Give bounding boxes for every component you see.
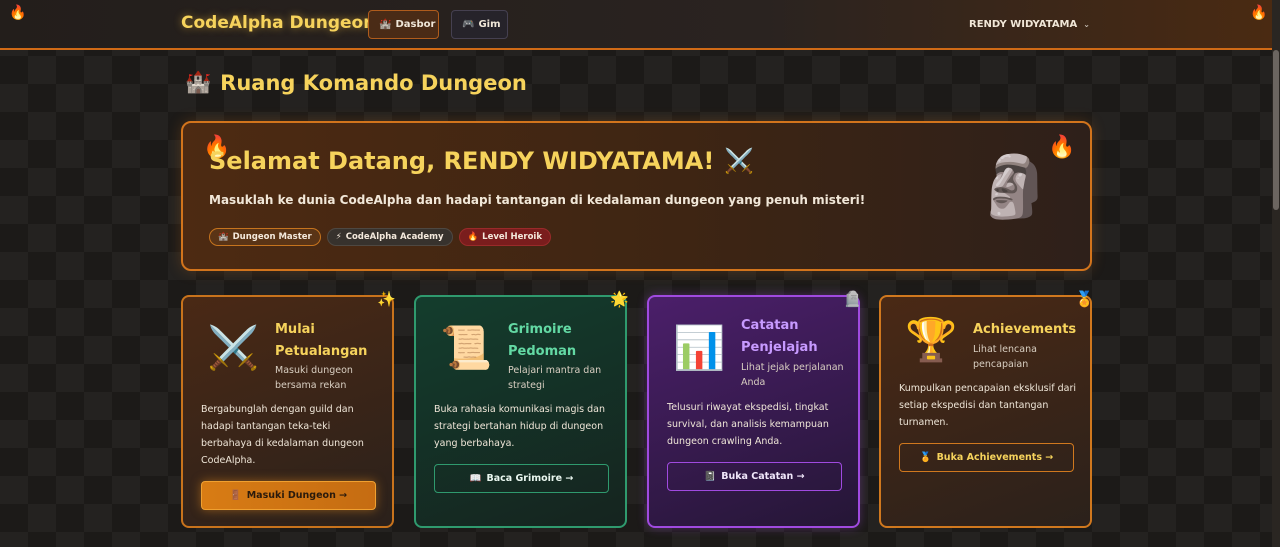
gamepad-icon: 🎮 [462,19,475,30]
badge-label: Dungeon Master [232,232,312,242]
welcome-banner: 🔥 🔥 Selamat Datang, RENDY WIDYATAMA! ⚔️ … [181,121,1092,271]
card-title: Achievements [973,322,1077,337]
card-body: Telusuri riwayat ekspedisi, tingkat surv… [667,402,829,447]
card-catatan-penjelajah: 🪦 📊 Catatan Penjelajah Lihat jejak perja… [647,290,862,528]
bar-chart-icon: 📊 [673,323,726,372]
badge-codealpha-academy: ⚡ CodeAlpha Academy [326,228,453,246]
welcome-title-text: Selamat Datang, RENDY WIDYATAMA! [209,147,715,175]
brand-logo[interactable]: CodeAlpha Dungeon [181,13,375,33]
badge-dungeon-master: 🏰 Dungeon Master [209,228,321,246]
card-description: Lihat lencana pencapaian [973,344,1037,370]
button-label: Baca Grimoire → [486,473,574,484]
castle-icon: 🏰 [379,19,392,30]
crossed-swords-icon: ⚔️ [724,147,755,175]
card-title: Mulai Petualangan [275,322,368,359]
castle-icon: 🏰 [218,232,229,242]
buka-catatan-button[interactable]: 📓 Buka Catatan → [667,462,842,491]
card-title: Grimoire Pedoman [508,322,577,359]
star-icon: 🌟 [610,290,629,308]
card-description: Pelajari mantra dan strategi [508,365,602,391]
baca-grimoire-button[interactable]: 📖 Baca Grimoire → [434,464,609,493]
navbar: 🔥 🔥 CodeAlpha Dungeon 🏰 Dasbor 🎮 Gim REN… [0,0,1272,50]
door-icon: 🚪 [229,490,242,501]
button-label: Masuki Dungeon → [246,490,348,501]
flame-icon: 🔥 [1250,5,1268,21]
castle-icon: 🏰 [185,70,212,94]
flame-icon: 🔥 [467,232,479,242]
flame-icon: 🔥 [1048,135,1076,160]
badge-level-heroik: 🔥 Level Heroik [458,228,551,246]
badge-list: 🏰 Dungeon Master ⚡ CodeAlpha Academy 🔥 L… [209,228,551,246]
book-icon: 📖 [469,473,482,484]
scroll-icon: 📜 [440,323,493,372]
moai-icon: 🗿 [977,152,1052,222]
headstone-icon: 🪦 [843,290,862,308]
card-grimoire-pedoman: 🌟 📜 Grimoire Pedoman Pelajari mantra dan… [414,290,629,528]
page-title: 🏰 Ruang Komando Dungeon [185,70,527,95]
nav-dasbor-label: Dasbor [395,19,436,30]
page-scrollbar[interactable] [1272,0,1280,547]
sparkles-icon: ✨ [377,290,396,308]
scrollbar-thumb[interactable] [1273,50,1279,210]
card-mulai-petualangan: ✨ ⚔️ Mulai Petualangan Masuki dungeon be… [181,290,396,528]
card-title: Catatan Penjelajah [741,318,818,355]
medal-icon: 🏅 [1075,290,1094,308]
page-title-text: Ruang Komando Dungeon [220,70,527,95]
trophy-icon: 🏆 [905,315,958,364]
chevron-down-icon: ⌄ [1083,20,1090,29]
card-description: Masuki dungeon bersama rekan [275,365,353,391]
nav-gim-label: Gim [478,19,501,30]
medal-icon: 🏅 [919,452,932,463]
crossed-swords-icon: ⚔️ [207,323,260,372]
masuki-dungeon-button[interactable]: 🚪 Masuki Dungeon → [201,481,376,510]
lightning-icon: ⚡ [335,232,342,242]
card-achievements: 🏅 🏆 Achievements Lihat lencana pencapaia… [879,290,1094,528]
button-label: Buka Achievements → [936,452,1054,463]
badge-label: Level Heroik [482,232,542,242]
card-body: Bergabunglah dengan guild dan hadapi tan… [201,404,364,466]
button-label: Buka Catatan → [721,471,805,482]
user-menu[interactable]: RENDY WIDYATAMA ⌄ [969,19,1090,30]
nav-dasbor-button[interactable]: 🏰 Dasbor [368,10,439,39]
flame-icon: 🔥 [9,5,27,21]
user-name: RENDY WIDYATAMA [969,19,1078,30]
nav-gim-button[interactable]: 🎮 Gim [451,10,508,39]
welcome-subtitle: Masuklah ke dunia CodeAlpha dan hadapi t… [209,193,866,207]
card-body: Kumpulkan pencapaian eksklusif dari seti… [899,383,1077,428]
notebook-icon: 📓 [704,471,717,482]
card-description: Lihat jejak perjalanan Anda [741,362,844,388]
welcome-title: Selamat Datang, RENDY WIDYATAMA! ⚔️ [209,147,754,175]
card-body: Buka rahasia komunikasi magis dan strate… [434,404,605,449]
badge-label: CodeAlpha Academy [345,232,444,242]
buka-achievements-button[interactable]: 🏅 Buka Achievements → [899,443,1074,472]
